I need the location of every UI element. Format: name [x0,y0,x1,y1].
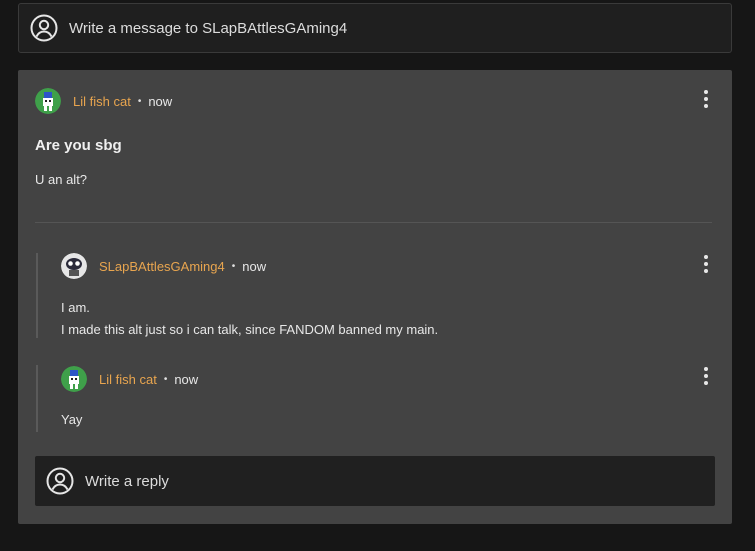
reply-more-options-icon[interactable] [703,367,709,385]
fish-cat-avatar[interactable] [35,88,61,114]
reply-line: I made this alt just so i can talk, sinc… [61,322,439,337]
post-body: U an alt? [35,172,88,187]
reply-more-options-icon[interactable] [703,255,709,273]
post-title: Are you sbg [35,137,122,154]
reply-author-link[interactable]: SLapBAttlesGAming4 [99,259,225,274]
reply-author-link[interactable]: Lil fish cat [99,372,157,387]
reply-header: Lil fish cat • now [61,366,198,392]
sbg-avatar[interactable] [61,253,87,279]
compose-placeholder[interactable]: Write a message to SLapBAttlesGAming4 [69,20,347,37]
reply-compose-box[interactable]: Write a reply [35,456,715,506]
user-avatar-icon [46,467,74,495]
reply-indent-bar [36,365,38,432]
message-thread: Lil fish cat • now Are you sbg U an alt?… [18,70,732,524]
separator-dot: • [163,373,168,385]
post-more-options-icon[interactable] [703,90,709,108]
reply-body: Yay [61,409,82,431]
user-avatar-icon [30,14,58,42]
post-divider [35,222,712,223]
post-author-link[interactable]: Lil fish cat [73,94,131,109]
reply-line: Yay [61,412,83,427]
reply-body: I am. I made this alt just so i can talk… [61,297,438,341]
post-timestamp: now [148,93,173,109]
reply-timestamp: now [174,371,199,387]
fish-cat-avatar[interactable] [61,366,87,392]
separator-dot: • [231,260,236,272]
reply-header: SLapBAttlesGAming4 • now [61,253,266,279]
reply-placeholder[interactable]: Write a reply [85,473,169,490]
separator-dot: • [137,95,142,107]
reply-line: I am. [61,300,90,315]
post-header: Lil fish cat • now [35,88,172,114]
reply-indent-bar [36,253,38,338]
message-compose-box[interactable]: Write a message to SLapBAttlesGAming4 [18,3,732,53]
reply-timestamp: now [242,258,267,274]
